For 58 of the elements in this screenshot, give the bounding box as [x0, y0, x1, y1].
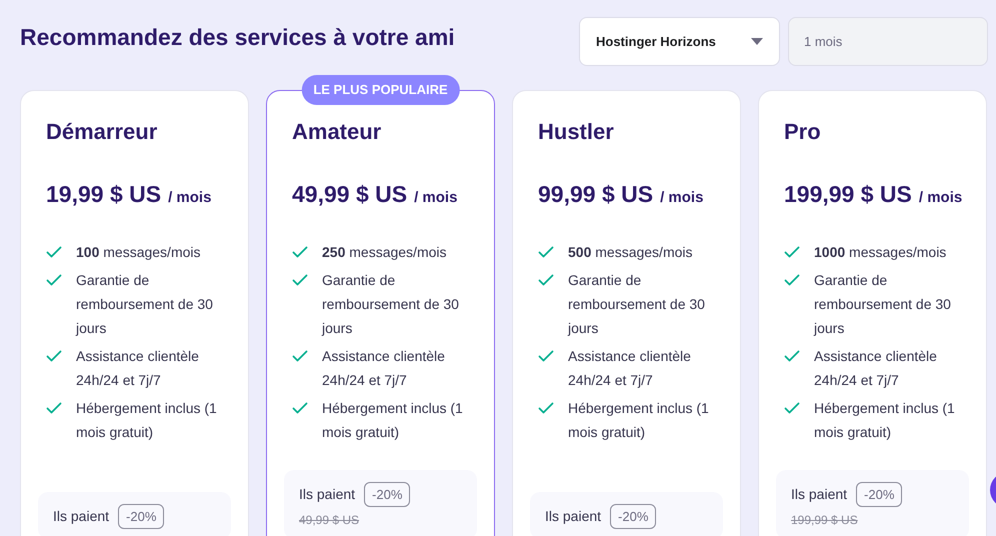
check-icon — [538, 274, 554, 286]
discount-tag: -20% — [364, 482, 410, 507]
discount-tag: -20% — [856, 482, 902, 507]
old-price: 49,99 $ US — [299, 512, 360, 529]
feature-text: Assistance clientèle 24h/24 et 7j/7 — [322, 346, 446, 390]
feature-text: 250 messages/mois — [322, 242, 447, 262]
feature-text: Hébergement inclus (1 mois gratuit) — [76, 398, 218, 442]
plan-name: Pro — [784, 118, 822, 146]
plan-name: Amateur — [292, 118, 382, 146]
check-icon — [784, 402, 800, 414]
feature-text: 500 messages/mois — [568, 242, 693, 262]
feature-text: Garantie de remboursement de 30 jours — [76, 270, 214, 338]
plan-name: Démarreur — [46, 118, 158, 146]
popular-badge: LE PLUS POPULAIRE — [301, 75, 460, 104]
price-period: / mois — [918, 188, 962, 208]
check-icon — [784, 246, 800, 258]
feature-text: Assistance clientèle 24h/24 et 7j/7 — [76, 346, 200, 390]
check-icon — [538, 350, 554, 362]
price-period: / mois — [168, 188, 212, 208]
feature-text: Assistance clientèle 24h/24 et 7j/7 — [814, 346, 938, 390]
pay-label: Ils paient — [545, 506, 602, 526]
feature-text: 1000 messages/mois — [814, 242, 946, 262]
check-icon — [292, 246, 308, 258]
plan-price: 99,99 $ US — [538, 180, 654, 209]
check-icon — [292, 402, 308, 414]
pay-label: Ils paient — [299, 484, 356, 504]
feature-text: 100 messages/mois — [76, 242, 201, 262]
check-icon — [784, 274, 800, 286]
pay-label: Ils paient — [791, 484, 848, 504]
plan-price: 49,99 $ US — [292, 180, 408, 209]
price-period: / mois — [414, 188, 458, 208]
pay-label: Ils paient — [53, 506, 110, 526]
feature-text: Hébergement inclus (1 mois gratuit) — [568, 398, 710, 442]
feature-text: Garantie de remboursement de 30 jours — [322, 270, 460, 338]
check-icon — [784, 350, 800, 362]
check-icon — [46, 350, 62, 362]
product-dropdown[interactable]: Hostinger Horizons — [579, 17, 780, 66]
check-icon — [46, 274, 62, 286]
plan-price: 19,99 $ US — [46, 180, 162, 209]
check-icon — [46, 246, 62, 258]
discount-tag: -20% — [118, 504, 164, 529]
feature-text: Garantie de remboursement de 30 jours — [568, 270, 706, 338]
discount-tag: -20% — [610, 504, 656, 529]
feature-text: Assistance clientèle 24h/24 et 7j/7 — [568, 346, 692, 390]
feature-text: Hébergement inclus (1 mois gratuit) — [814, 398, 956, 442]
check-icon — [538, 402, 554, 414]
old-price: 199,99 $ US — [791, 512, 859, 529]
caret-icon — [751, 38, 763, 45]
plan-name: Hustler — [538, 118, 615, 146]
check-icon — [46, 402, 62, 414]
check-icon — [292, 274, 308, 286]
feature-text: Hébergement inclus (1 mois gratuit) — [322, 398, 464, 442]
check-icon — [538, 246, 554, 258]
plan-price: 199,99 $ US — [784, 180, 912, 209]
page-title: Recommandez des services à votre ami — [20, 23, 455, 52]
check-icon — [292, 350, 308, 362]
price-period: / mois — [660, 188, 704, 208]
feature-text: Garantie de remboursement de 30 jours — [814, 270, 952, 338]
